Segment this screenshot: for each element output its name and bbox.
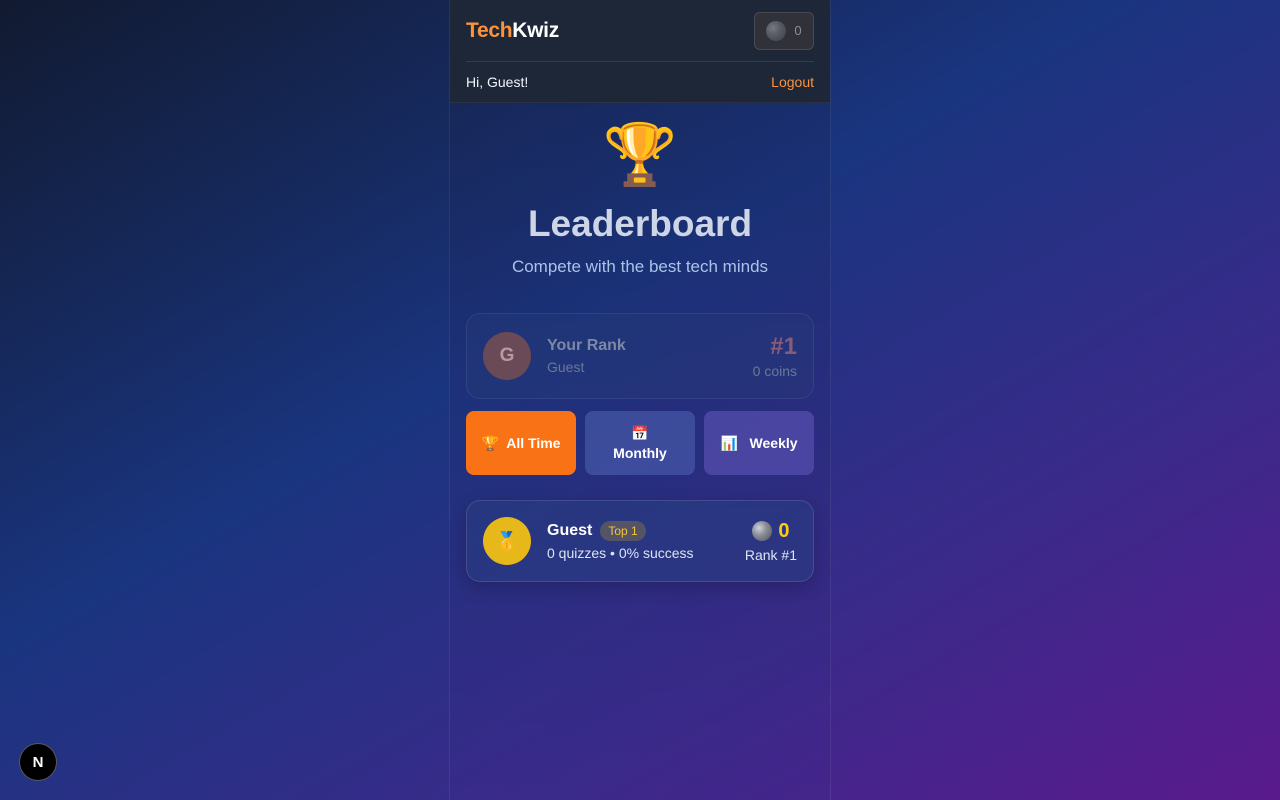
entry-name: Guest bbox=[547, 522, 593, 539]
tab-all-time[interactable]: 🏆 All Time bbox=[466, 411, 576, 475]
your-rank-number: #1 bbox=[770, 333, 797, 360]
coin-icon bbox=[766, 20, 787, 41]
page-title: Leaderboard bbox=[527, 203, 753, 244]
tab-all-time-label: All Time bbox=[506, 435, 561, 451]
your-rank-card: G Your Rank Guest #1 0 coins bbox=[466, 313, 814, 399]
logout-link[interactable]: Logout bbox=[771, 74, 814, 90]
your-rank-info: Your Rank Guest bbox=[547, 337, 753, 375]
your-rank-stats: #1 0 coins bbox=[753, 333, 797, 379]
greeting: Hi, Guest! bbox=[466, 74, 529, 90]
nextjs-dev-badge[interactable]: N bbox=[19, 743, 57, 781]
gold-medal-icon: 🥇 bbox=[483, 517, 531, 565]
entry-stats: 0 quizzes • 0% success bbox=[547, 545, 694, 561]
app-container: TechKwiz 0 Hi, Guest! Logout 🏆 Leaderboa… bbox=[449, 0, 831, 800]
header-bottom: Hi, Guest! Logout bbox=[466, 62, 814, 102]
entry-rank: Rank #1 bbox=[744, 546, 797, 563]
your-rank-name: Guest bbox=[547, 359, 585, 375]
trophy-icon: 🏆 bbox=[481, 435, 499, 451]
bar-chart-icon: 📊 bbox=[720, 435, 738, 451]
coin-balance-value: 0 bbox=[794, 23, 802, 38]
header: TechKwiz 0 Hi, Guest! Logout bbox=[450, 0, 830, 103]
entry-info: Guest Top 1 0 quizzes • 0% success bbox=[547, 521, 745, 561]
entry-coin-value: 0 bbox=[778, 519, 790, 542]
tab-monthly[interactable]: 📅 Monthly bbox=[585, 411, 695, 475]
coin-balance[interactable]: 0 bbox=[754, 11, 814, 50]
coin-icon bbox=[752, 521, 773, 541]
entry-coins: 0 bbox=[745, 520, 797, 543]
tab-weekly[interactable]: 📊 Weekly bbox=[704, 411, 814, 475]
top-badge: Top 1 bbox=[600, 521, 646, 541]
trophy-icon: 🏆 bbox=[602, 121, 678, 188]
brand-part2: Kwiz bbox=[512, 18, 559, 42]
leaderboard-entry[interactable]: 🥇 Guest Top 1 0 quizzes • 0% success 0 R… bbox=[466, 500, 814, 582]
brand-part1: Tech bbox=[466, 18, 513, 42]
your-rank-coins: 0 coins bbox=[752, 363, 797, 379]
brand-logo[interactable]: TechKwiz bbox=[466, 19, 559, 43]
tab-weekly-label: Weekly bbox=[749, 435, 798, 451]
entry-top: Guest Top 1 bbox=[547, 521, 745, 541]
your-rank-label: Your Rank bbox=[547, 337, 626, 354]
avatar: G bbox=[483, 332, 531, 380]
header-top: TechKwiz 0 bbox=[466, 0, 814, 62]
page-subtitle: Compete with the best tech minds bbox=[511, 257, 769, 276]
period-tabs: 🏆 All Time 📅 Monthly 📊 Weekly bbox=[466, 411, 814, 475]
calendar-icon: 📅 bbox=[631, 425, 649, 441]
entry-score: 0 Rank #1 bbox=[745, 520, 797, 563]
tab-monthly-label: Monthly bbox=[613, 445, 667, 461]
hero: 🏆 Leaderboard Compete with the best tech… bbox=[450, 103, 830, 277]
